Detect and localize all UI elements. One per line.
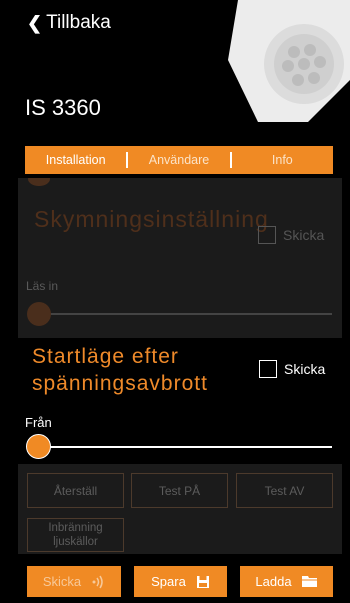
tab-bar: Installation Användare Info — [25, 146, 333, 174]
tab-anvandare[interactable]: Användare — [128, 146, 229, 174]
twilight-read-label: Läs in — [26, 279, 59, 293]
load-button[interactable]: Ladda — [240, 566, 333, 597]
tab-installation[interactable]: Installation — [25, 146, 126, 174]
back-label: Tillbaka — [46, 12, 111, 33]
startup-send-checkbox[interactable]: Skicka — [259, 360, 325, 378]
folder-icon — [301, 575, 318, 588]
startup-title: Startläge efter spänningsavbrott — [32, 345, 208, 395]
twilight-slider-track[interactable] — [40, 313, 332, 315]
sensor-image — [218, 0, 350, 122]
floppy-disk-icon — [196, 575, 210, 589]
startup-slider-knob[interactable] — [26, 434, 51, 459]
tab-info[interactable]: Info — [232, 146, 333, 174]
startup-slider-track[interactable] — [36, 446, 332, 448]
burn-in-button[interactable]: Inbränning ljuskällor — [27, 518, 124, 552]
twilight-section: Skymningsinställning Skicka Läs in — [18, 178, 342, 338]
test-off-button[interactable]: Test AV — [236, 473, 333, 508]
chevron-left-icon: ❮ — [27, 12, 43, 33]
signal-icon — [91, 575, 105, 589]
startup-value-label: Från — [25, 415, 52, 430]
twilight-send-checkbox[interactable]: Skicka — [258, 226, 324, 244]
device-title: IS 3360 — [25, 95, 101, 120]
startup-send-label: Skicka — [284, 361, 326, 377]
reset-button[interactable]: Återställ — [27, 473, 124, 508]
twilight-title: Skymningsinställning — [34, 206, 269, 232]
twilight-send-label: Skicka — [283, 227, 325, 243]
back-button[interactable]: ❮ Tillbaka — [27, 12, 111, 34]
save-button-label: Spara — [151, 574, 186, 589]
test-on-button[interactable]: Test PÅ — [131, 473, 228, 508]
send-button[interactable]: Skicka — [27, 566, 121, 597]
load-button-label: Ladda — [255, 574, 292, 589]
save-button[interactable]: Spara — [134, 566, 227, 597]
previous-slider-knob — [28, 178, 50, 186]
checkbox-box — [258, 226, 276, 244]
action-panel: Återställ Test PÅ Test AV Inbränning lju… — [18, 464, 342, 554]
send-button-label: Skicka — [42, 574, 82, 589]
twilight-slider-knob[interactable] — [27, 302, 51, 326]
checkbox-box — [259, 360, 277, 378]
